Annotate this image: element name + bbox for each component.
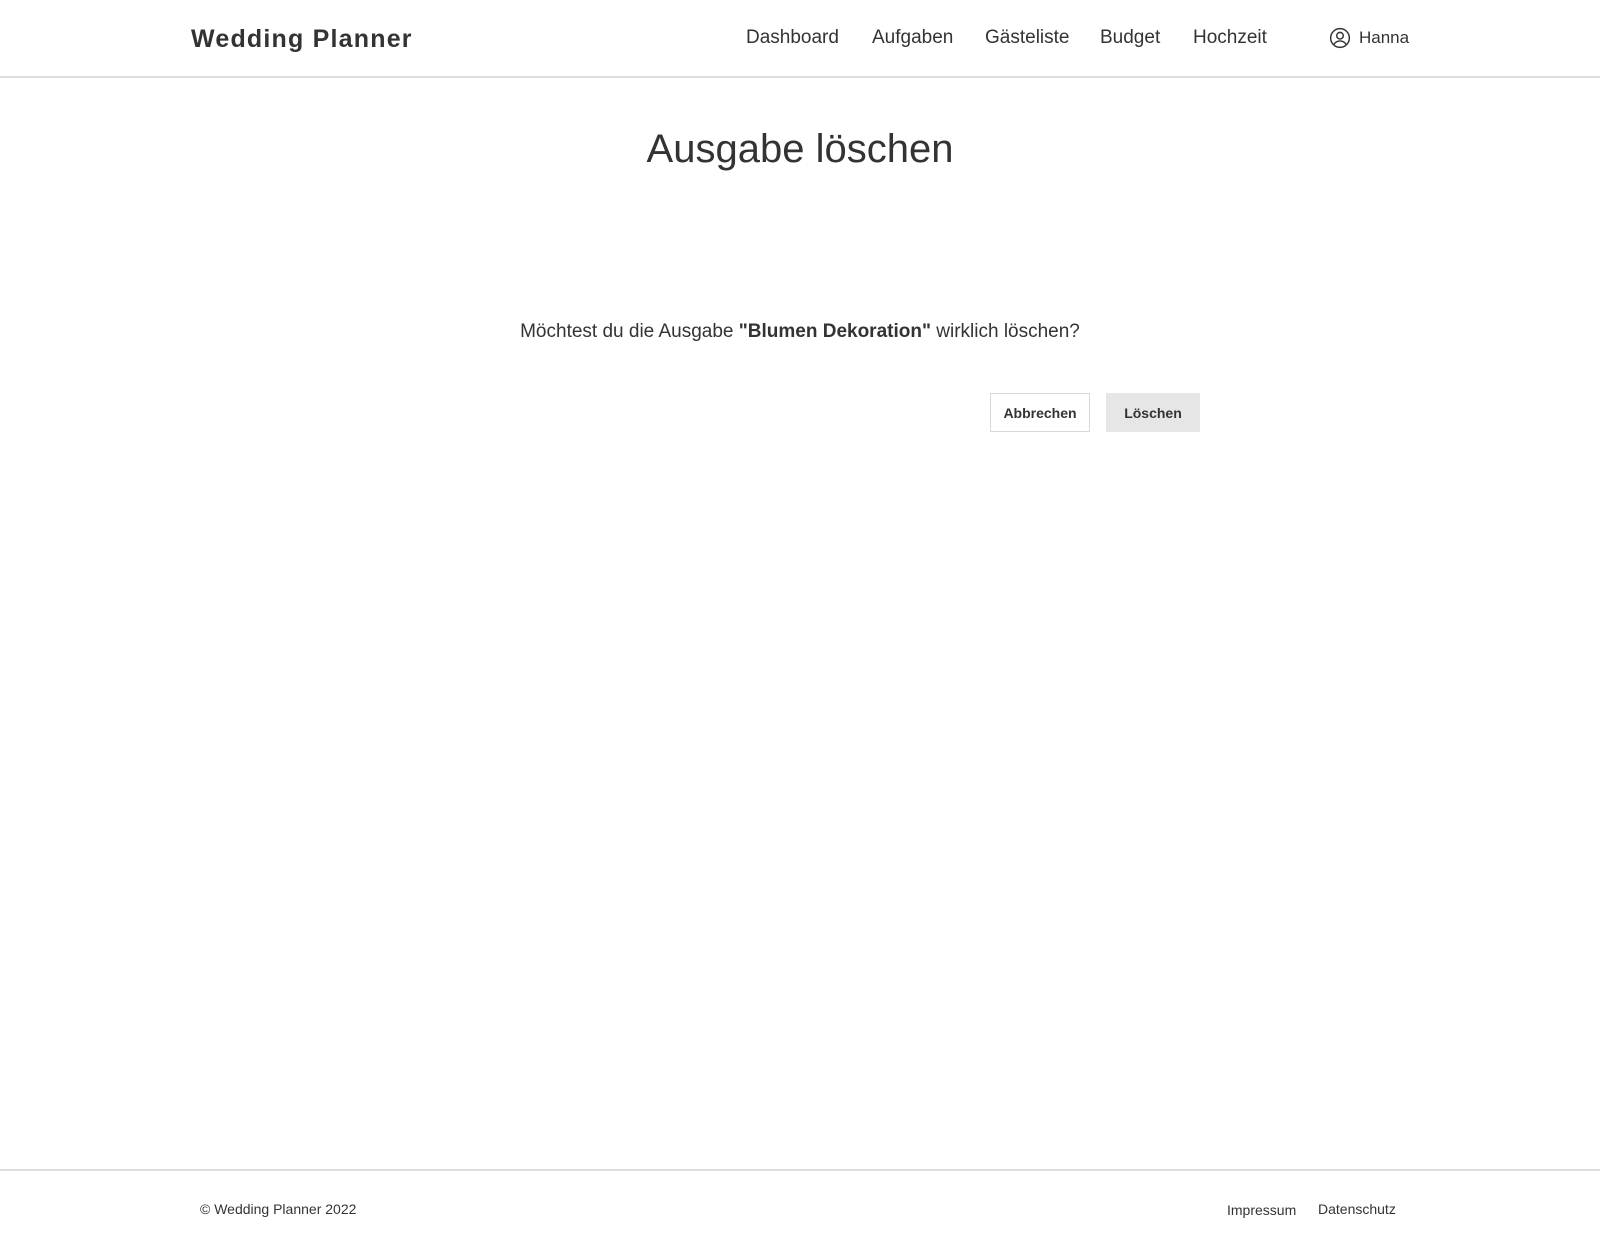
- footer-link-datenschutz[interactable]: Datenschutz: [1318, 1201, 1396, 1217]
- delete-button[interactable]: Löschen: [1106, 393, 1200, 432]
- user-menu[interactable]: Hanna: [1329, 27, 1409, 49]
- user-name: Hanna: [1359, 28, 1410, 47]
- user-circle-icon: [1329, 27, 1351, 49]
- footer-link-impressum[interactable]: Impressum: [1227, 1202, 1296, 1218]
- nav-item-budget[interactable]: Budget: [1100, 27, 1160, 49]
- cancel-button[interactable]: Abbrechen: [990, 393, 1090, 432]
- nav-item-aufgaben[interactable]: Aufgaben: [872, 27, 953, 49]
- expense-name: "Blumen Dekoration": [738, 321, 931, 342]
- delete-confirmation-text: Möchtest du die Ausgabe "Blumen Dekorati…: [0, 321, 1600, 343]
- top-navigation-bar: Wedding Planner Dashboard Aufgaben Gäste…: [0, 0, 1600, 78]
- nav-item-hochzeit[interactable]: Hochzeit: [1193, 27, 1267, 49]
- brand-logo-text[interactable]: Wedding Planner: [191, 25, 413, 54]
- page-title: Ausgabe löschen: [646, 127, 954, 171]
- footer: © Wedding Planner 2022 Impressum Datensc…: [0, 1169, 1600, 1249]
- copyright-text: © Wedding Planner 2022: [200, 1201, 357, 1217]
- question-prefix: Möchtest du die Ausgabe: [520, 321, 739, 342]
- question-suffix: wirklich löschen?: [930, 321, 1080, 342]
- nav-item-dashboard[interactable]: Dashboard: [746, 27, 839, 49]
- nav-item-gaesteliste[interactable]: Gästeliste: [985, 27, 1069, 49]
